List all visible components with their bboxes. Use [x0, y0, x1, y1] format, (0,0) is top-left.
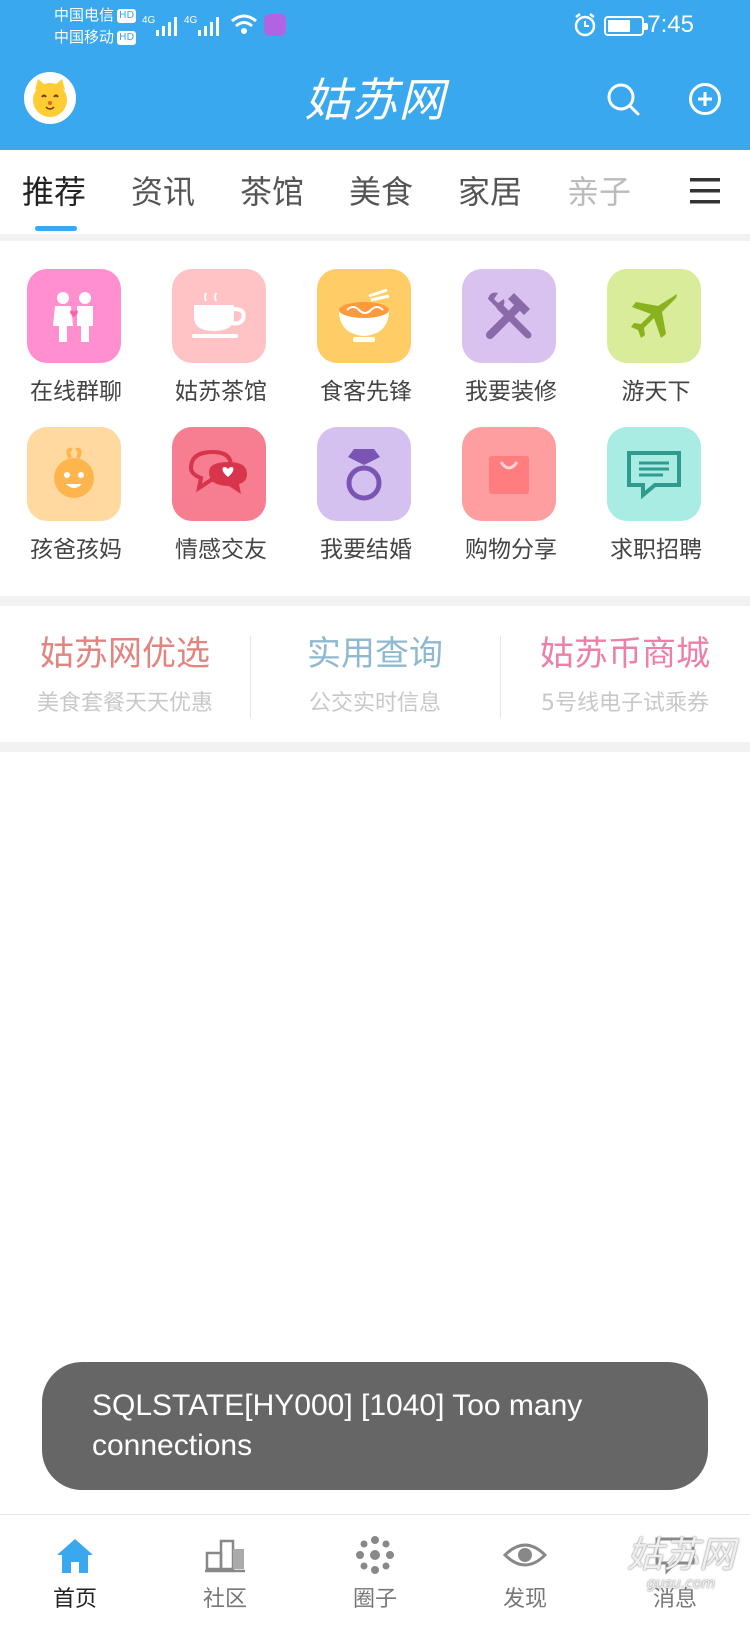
site-watermark: 姑苏网 gusu.com	[616, 1535, 746, 1593]
grid-item-dating[interactable]: 情感交友	[147, 427, 287, 577]
teacup-icon	[172, 269, 266, 363]
grid-item-label: 孩爸孩妈	[30, 537, 122, 563]
tab-recommend[interactable]: 推荐	[22, 170, 86, 214]
tab-home[interactable]: 家居	[458, 170, 522, 214]
hd-badge: HD	[117, 8, 137, 23]
watermark-url: gusu.com	[646, 1576, 716, 1592]
community-icon	[205, 1539, 245, 1573]
top-bar: 中国电信 HD 中国移动 HD 4G 4G 7:45 姑苏网	[0, 0, 750, 150]
grid-item-shopping[interactable]: 购物分享	[437, 427, 577, 577]
signal-icon: 4G	[142, 15, 177, 36]
message-icon	[607, 427, 701, 521]
grid-item-label: 购物分享	[465, 537, 557, 563]
nav-label: 首页	[52, 1587, 97, 1612]
nav-label: 圈子	[352, 1587, 397, 1612]
home-icon	[57, 1539, 93, 1573]
eye-icon	[503, 1543, 547, 1567]
circle-dots-icon	[356, 1536, 394, 1574]
promo-query[interactable]: 实用查询 公交实时信息	[250, 632, 500, 718]
couple-icon	[27, 269, 121, 363]
tab-food[interactable]: 美食	[349, 170, 413, 214]
add-circle-icon[interactable]	[688, 82, 722, 116]
promo-title: 实用查询	[307, 634, 443, 674]
promo-title: 姑苏币商城	[540, 634, 710, 674]
grid-item-parents[interactable]: 孩爸孩妈	[2, 427, 142, 577]
status-bar: 中国电信 HD 中国移动 HD 4G 4G 7:45	[0, 0, 750, 52]
clock: 7:45	[647, 11, 694, 38]
grid-item-label: 姑苏茶馆	[175, 379, 267, 405]
grid-item-label: 我要结婚	[320, 537, 412, 563]
grid-item-label: 游天下	[621, 379, 691, 405]
carrier-1: 中国电信 HD	[54, 6, 137, 24]
promo-banner: 姑苏网优选 美食套餐天天优惠 实用查询 公交实时信息 姑苏币商城 5号线电子试乘…	[0, 606, 750, 742]
signal-icon: 4G	[184, 15, 219, 36]
error-toast: SQLSTATE[HY000] [1040] Too many connecti…	[42, 1362, 708, 1490]
nav-community[interactable]: 社区	[150, 1515, 300, 1625]
airplane-icon	[607, 269, 701, 363]
hd-badge: HD	[117, 30, 137, 45]
grid-item-renovation[interactable]: 我要装修	[437, 269, 577, 419]
tab-active-indicator	[35, 226, 77, 231]
grid-item-online-chat[interactable]: 在线群聊	[2, 269, 142, 419]
chat-heart-icon	[172, 427, 266, 521]
nav-circles[interactable]: 圈子	[300, 1515, 450, 1625]
grid-item-label: 在线群聊	[30, 379, 122, 405]
app-notification-icon	[264, 14, 286, 36]
menu-icon[interactable]	[690, 176, 722, 206]
grid-item-label: 情感交友	[175, 537, 267, 563]
grid-item-food[interactable]: 食客先锋	[292, 269, 432, 419]
network-label: 4G	[184, 15, 198, 26]
grid-item-label: 我要装修	[465, 379, 557, 405]
grid-item-wedding[interactable]: 我要结婚	[292, 427, 432, 577]
promo-subtitle: 公交实时信息	[308, 691, 441, 716]
promo-featured[interactable]: 姑苏网优选 美食套餐天天优惠	[0, 632, 250, 718]
promo-title: 姑苏网优选	[40, 634, 210, 674]
network-label: 4G	[142, 15, 156, 26]
grid-item-jobs[interactable]: 求职招聘	[582, 427, 722, 577]
watermark-logo: 姑苏网	[626, 1535, 735, 1576]
carrier-2: 中国移动 HD	[54, 28, 137, 46]
baby-icon	[27, 427, 121, 521]
promo-subtitle: 美食套餐天天优惠	[36, 691, 213, 716]
noodle-bowl-icon	[317, 269, 411, 363]
promo-subtitle: 5号线电子试乘券	[541, 691, 709, 716]
wifi-icon	[231, 14, 257, 34]
tab-parenting[interactable]: 亲子	[567, 170, 631, 214]
grid-item-label: 求职招聘	[610, 537, 702, 563]
tab-news[interactable]: 资讯	[131, 170, 195, 214]
tools-icon	[462, 269, 556, 363]
nav-discover[interactable]: 发现	[450, 1515, 600, 1625]
promo-mall[interactable]: 姑苏币商城 5号线电子试乘券	[500, 632, 750, 718]
feature-grid: 在线群聊 姑苏茶馆 食客先锋 我要装修 游天下 孩爸孩妈 情感交友 我要结婚 购…	[0, 241, 750, 596]
alarm-icon	[574, 13, 596, 37]
category-tabs: 推荐 资讯 茶馆 美食 家居 亲子	[0, 150, 750, 234]
battery-icon	[604, 16, 648, 36]
nav-label: 社区	[202, 1587, 247, 1612]
grid-item-teahouse[interactable]: 姑苏茶馆	[147, 269, 287, 419]
grid-item-label: 食客先锋	[320, 379, 412, 405]
ring-icon	[317, 427, 411, 521]
shopping-bag-icon	[462, 427, 556, 521]
nav-home[interactable]: 首页	[0, 1515, 150, 1625]
nav-label: 发现	[502, 1587, 547, 1612]
tab-teahouse[interactable]: 茶馆	[240, 170, 304, 214]
search-icon[interactable]	[606, 82, 640, 116]
grid-item-travel[interactable]: 游天下	[582, 269, 722, 419]
